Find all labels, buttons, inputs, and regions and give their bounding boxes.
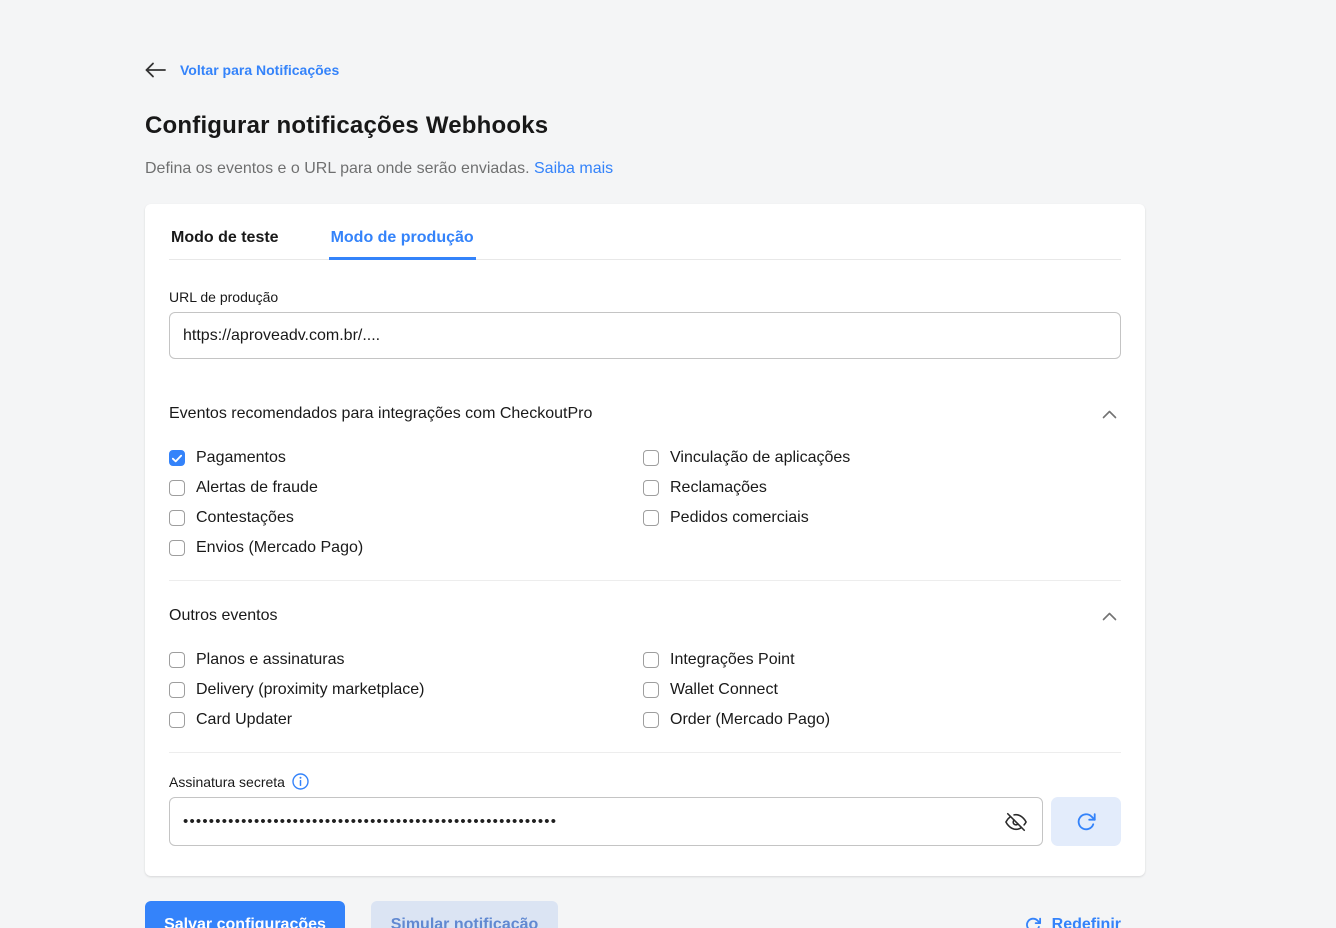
checkbox-label: Delivery (proximity marketplace) [196,681,425,698]
checkbox-integracoes-point[interactable] [643,652,659,668]
checkbox-alertas-de-fraude[interactable] [169,480,185,496]
checkbox-label: Wallet Connect [670,681,778,698]
checkbox-envios[interactable] [169,540,185,556]
production-url-label: URL de produção [169,289,279,305]
webhooks-config-card: Modo de teste Modo de produção URL de pr… [145,204,1145,876]
reset-button-label: Redefinir [1051,916,1121,928]
section-divider [169,752,1121,753]
page-subtitle: Defina os eventos e o URL para onde serã… [145,160,1145,178]
checkbox-pedidos-comerciais[interactable] [643,510,659,526]
checkbox-label: Reclamações [670,479,767,496]
checkbox-item-pedidos-comerciais[interactable]: Pedidos comerciais [643,508,1117,528]
tab-production-mode[interactable]: Modo de produção [328,225,476,260]
checkbox-vinculacao[interactable] [643,450,659,466]
masked-secret-value: ••••••••••••••••••••••••••••••••••••••••… [183,813,558,830]
save-button[interactable]: Salvar configurações [145,901,345,928]
checkbox-card-updater[interactable] [169,712,185,728]
checkbox-item-contestacoes[interactable]: Contestações [169,508,643,528]
checkbox-label: Alertas de fraude [196,479,318,496]
checkbox-item-integracoes-point[interactable]: Integrações Point [643,650,1117,670]
subtitle-text: Defina os eventos e o URL para onde serã… [145,160,530,177]
checkbox-label: Pedidos comerciais [670,509,809,526]
mode-tab-bar: Modo de teste Modo de produção [169,204,1121,260]
checkbox-label: Pagamentos [196,449,286,466]
other-events-header: Outros eventos [169,607,1121,625]
secret-signature-row: ••••••••••••••••••••••••••••••••••••••••… [169,797,1121,846]
learn-more-link[interactable]: Saiba mais [534,160,613,177]
simulate-button[interactable]: Simular notificação [371,901,558,928]
checkbox-item-alertas-de-fraude[interactable]: Alertas de fraude [169,478,643,498]
chevron-up-icon[interactable] [1098,406,1121,423]
checkbox-item-order[interactable]: Order (Mercado Pago) [643,710,1117,730]
checkbox-item-reclamacoes[interactable]: Reclamações [643,478,1117,498]
webhooks-settings-page: { "page": { "back_link": "Voltar para No… [0,0,1336,928]
recommended-events-header: Eventos recomendados para integrações co… [169,405,1121,423]
checkbox-reclamacoes[interactable] [643,480,659,496]
main-content: Voltar para Notificações Configurar noti… [145,0,1145,928]
checkbox-order[interactable] [643,712,659,728]
checkbox-label: Envios (Mercado Pago) [196,539,364,556]
recommended-left-column: Pagamentos Alertas de fraude Contestaçõe… [169,448,643,558]
recommended-events-title: Eventos recomendados para integrações co… [169,405,593,422]
checkbox-label: Planos e assinaturas [196,651,345,668]
other-events-title: Outros eventos [169,607,278,624]
page-title: Configurar notificações Webhooks [145,112,549,139]
checkbox-label: Card Updater [196,711,293,728]
actions-bar: Salvar configurações Simular notificação… [145,901,1145,928]
checkbox-item-envios[interactable]: Envios (Mercado Pago) [169,538,643,558]
back-arrow-icon [145,62,166,78]
regenerate-secret-button[interactable] [1051,797,1121,846]
checkbox-label: Order (Mercado Pago) [670,711,831,728]
other-events-grid: Planos e assinaturas Delivery (proximity… [169,650,1121,730]
checkbox-delivery[interactable] [169,682,185,698]
tab-test-mode[interactable]: Modo de teste [169,225,281,259]
back-link[interactable]: Voltar para Notificações [145,0,1145,78]
checkbox-planos[interactable] [169,652,185,668]
checkbox-pagamentos[interactable] [169,450,185,466]
checkbox-wallet-connect[interactable] [643,682,659,698]
checkbox-item-delivery[interactable]: Delivery (proximity marketplace) [169,680,643,700]
eye-off-icon[interactable] [1003,809,1029,835]
section-divider [169,580,1121,581]
checkbox-contestacoes[interactable] [169,510,185,526]
checkbox-label: Integrações Point [670,651,795,668]
info-icon[interactable] [292,773,309,790]
checkbox-item-vinculacao[interactable]: Vinculação de aplicações [643,448,1117,468]
recommended-events-grid: Pagamentos Alertas de fraude Contestaçõe… [169,448,1121,558]
checkbox-item-wallet-connect[interactable]: Wallet Connect [643,680,1117,700]
checkbox-item-planos[interactable]: Planos e assinaturas [169,650,643,670]
refresh-icon [1075,811,1097,833]
recommended-right-column: Vinculação de aplicações Reclamações Ped… [643,448,1117,558]
production-url-input[interactable] [169,312,1121,359]
checkbox-item-card-updater[interactable]: Card Updater [169,710,643,730]
secret-signature-input[interactable]: ••••••••••••••••••••••••••••••••••••••••… [169,797,1043,846]
secret-signature-label: Assinatura secreta [169,773,285,790]
chevron-up-icon[interactable] [1098,608,1121,625]
reset-button[interactable]: Redefinir [1024,916,1121,928]
secret-label-row: Assinatura secreta [169,773,1121,790]
checkbox-label: Contestações [196,509,294,526]
back-link-label[interactable]: Voltar para Notificações [180,62,339,78]
checkbox-item-pagamentos[interactable]: Pagamentos [169,448,643,468]
other-left-column: Planos e assinaturas Delivery (proximity… [169,650,643,730]
refresh-icon [1024,916,1042,928]
checkbox-label: Vinculação de aplicações [670,449,851,466]
other-right-column: Integrações Point Wallet Connect Order (… [643,650,1117,730]
